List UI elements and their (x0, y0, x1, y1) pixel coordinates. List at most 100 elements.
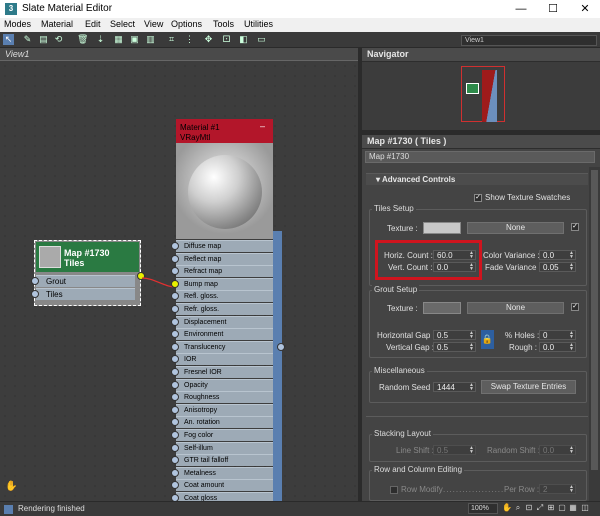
collapse-icon[interactable]: – (260, 121, 265, 131)
material-slot[interactable]: Fresnel IOR (176, 366, 273, 378)
input-socket[interactable] (171, 456, 179, 464)
map-slot-tiles[interactable]: Tiles (36, 288, 135, 300)
tiles-color-swatch[interactable] (423, 222, 461, 234)
material-slot[interactable]: Refr. gloss. (176, 303, 273, 315)
zoom-level-select[interactable]: 100% (468, 503, 498, 514)
spinner-arrows-icon[interactable]: ▲ ▼ (569, 485, 574, 494)
input-socket[interactable] (171, 330, 179, 338)
material-slot[interactable]: Anisotropy (176, 404, 273, 416)
per-row-spinner[interactable]: 2 ▲ ▼ (539, 484, 576, 494)
input-socket[interactable] (171, 255, 179, 263)
scrollbar-thumb[interactable] (591, 170, 598, 470)
menu-select[interactable]: Select (110, 19, 135, 29)
input-socket[interactable] (171, 355, 179, 363)
input-socket[interactable] (171, 305, 179, 313)
material-slot[interactable]: Metalness (176, 467, 273, 479)
row-modify-checkbox[interactable] (390, 486, 398, 494)
input-socket[interactable] (171, 292, 179, 300)
preview-icon[interactable]: ◧ (238, 34, 249, 45)
tiles-texture-checkbox[interactable]: ✓ (571, 223, 579, 231)
tab-view1[interactable]: View1 (5, 49, 29, 59)
move-icon[interactable]: ✥ (203, 34, 214, 45)
menu-options[interactable]: Options (171, 19, 202, 29)
map-name-field[interactable]: Map #1730 (365, 151, 595, 163)
grout-texture-button[interactable]: None (467, 302, 564, 314)
material-slot[interactable]: Displacement (176, 316, 273, 328)
input-socket[interactable] (171, 267, 179, 275)
window-layout-icon[interactable]: ◫ (580, 503, 590, 513)
swap-texture-entries-button[interactable]: Swap Texture Entries (481, 380, 576, 394)
input-socket[interactable] (31, 277, 39, 285)
input-socket[interactable] (171, 368, 179, 376)
material-slot[interactable]: An. rotation (176, 416, 273, 428)
menu-modes[interactable]: Modes (4, 19, 31, 29)
tiles-texture-button[interactable]: None (467, 222, 564, 234)
frame-icon[interactable]: ▢ (557, 503, 567, 513)
rough-spinner[interactable]: 0.0 ▲ ▼ (539, 342, 576, 352)
settings-icon[interactable]: ▭ (256, 34, 267, 45)
zoom-region-icon[interactable]: ⊡ (524, 503, 534, 513)
input-socket[interactable] (171, 343, 179, 351)
input-socket[interactable] (171, 418, 179, 426)
material-slot[interactable]: Environment (176, 328, 273, 340)
grout-texture-checkbox[interactable]: ✓ (571, 303, 579, 311)
spinner-arrows-icon[interactable]: ▲ ▼ (569, 446, 574, 455)
spinner-arrows-icon[interactable]: ▲ ▼ (569, 251, 574, 260)
material-slot[interactable]: Translucency (176, 341, 273, 353)
horizontal-gap-spinner[interactable]: 0.5 ▲ ▼ (433, 330, 476, 340)
material-slot[interactable]: Fog color (176, 429, 273, 441)
layout-icon[interactable]: ⌗ (166, 34, 177, 45)
view-select[interactable]: View1 (461, 35, 597, 46)
material-slot[interactable]: Opacity (176, 379, 273, 391)
menu-utilities[interactable]: Utilities (244, 19, 273, 29)
show-map-icon[interactable]: ▣ (129, 34, 140, 45)
spinner-arrows-icon[interactable]: ▲ ▼ (569, 343, 574, 352)
zoom-icon[interactable]: ⌕ (513, 503, 523, 513)
maximize-button[interactable]: ☐ (546, 2, 560, 16)
material-slot[interactable]: Bump map (176, 278, 273, 290)
input-socket[interactable] (171, 393, 179, 401)
zoom-selected-icon[interactable]: ⊞ (546, 503, 556, 513)
zoom-extents-icon[interactable]: ⤢ (535, 503, 545, 513)
input-socket[interactable] (171, 469, 179, 477)
random-shift-spinner[interactable]: 0.0 ▲ ▼ (539, 445, 576, 455)
material-id-icon[interactable]: ⚀ (221, 34, 232, 45)
input-socket[interactable] (171, 444, 179, 452)
vertical-gap-spinner[interactable]: 0.5 ▲ ▼ (433, 342, 476, 352)
fade-variance-spinner[interactable]: 0.05 ▲ ▼ (539, 262, 576, 272)
material-slot[interactable]: Refract map (176, 265, 273, 277)
close-button[interactable]: ✕ (578, 2, 592, 16)
assign-material-icon[interactable]: ▤ (38, 34, 49, 45)
menu-tools[interactable]: Tools (213, 19, 234, 29)
grout-color-swatch[interactable] (423, 302, 461, 314)
pan-hand-icon[interactable]: ✋ (5, 481, 17, 493)
rollout-advanced-controls[interactable]: ▾ Advanced Controls (366, 173, 588, 185)
menu-view[interactable]: View (144, 19, 163, 29)
line-shift-spinner[interactable]: 0.5 ▲ ▼ (433, 445, 476, 455)
material-slot[interactable]: Roughness (176, 391, 273, 403)
color-variance-spinner[interactable]: 0.0 ▲ ▼ (539, 250, 576, 260)
input-socket[interactable] (31, 290, 39, 298)
input-socket[interactable] (171, 381, 179, 389)
map-slot-grout[interactable]: Grout (36, 275, 135, 287)
select-tool-icon[interactable]: ↖ (3, 34, 14, 45)
pan-icon[interactable]: ✋ (502, 503, 512, 513)
material-slot[interactable]: Diffuse map (176, 240, 273, 252)
lock-gap-button[interactable]: 🔒 (481, 330, 494, 349)
material-slot[interactable]: Self-illum (176, 442, 273, 454)
material-slot[interactable]: GTR tail falloff (176, 454, 273, 466)
random-seed-spinner[interactable]: 1444 ▲ ▼ (433, 382, 476, 392)
holes-spinner[interactable]: 0 ▲ ▼ (539, 330, 576, 340)
input-socket[interactable] (171, 406, 179, 414)
move-children-icon[interactable]: ⇣ (95, 34, 106, 45)
spinner-arrows-icon[interactable]: ▲ ▼ (469, 331, 474, 340)
input-socket[interactable] (171, 242, 179, 250)
material-slot[interactable]: IOR (176, 353, 273, 365)
hide-unused-icon[interactable]: ▦ (113, 34, 124, 45)
input-socket[interactable] (171, 280, 179, 288)
input-socket[interactable] (171, 318, 179, 326)
show-background-icon[interactable]: ▥ (145, 34, 156, 45)
grid-icon[interactable]: ▦ (568, 503, 578, 513)
spinner-arrows-icon[interactable]: ▲ ▼ (469, 446, 474, 455)
material-slot[interactable]: Reflect map (176, 253, 273, 265)
